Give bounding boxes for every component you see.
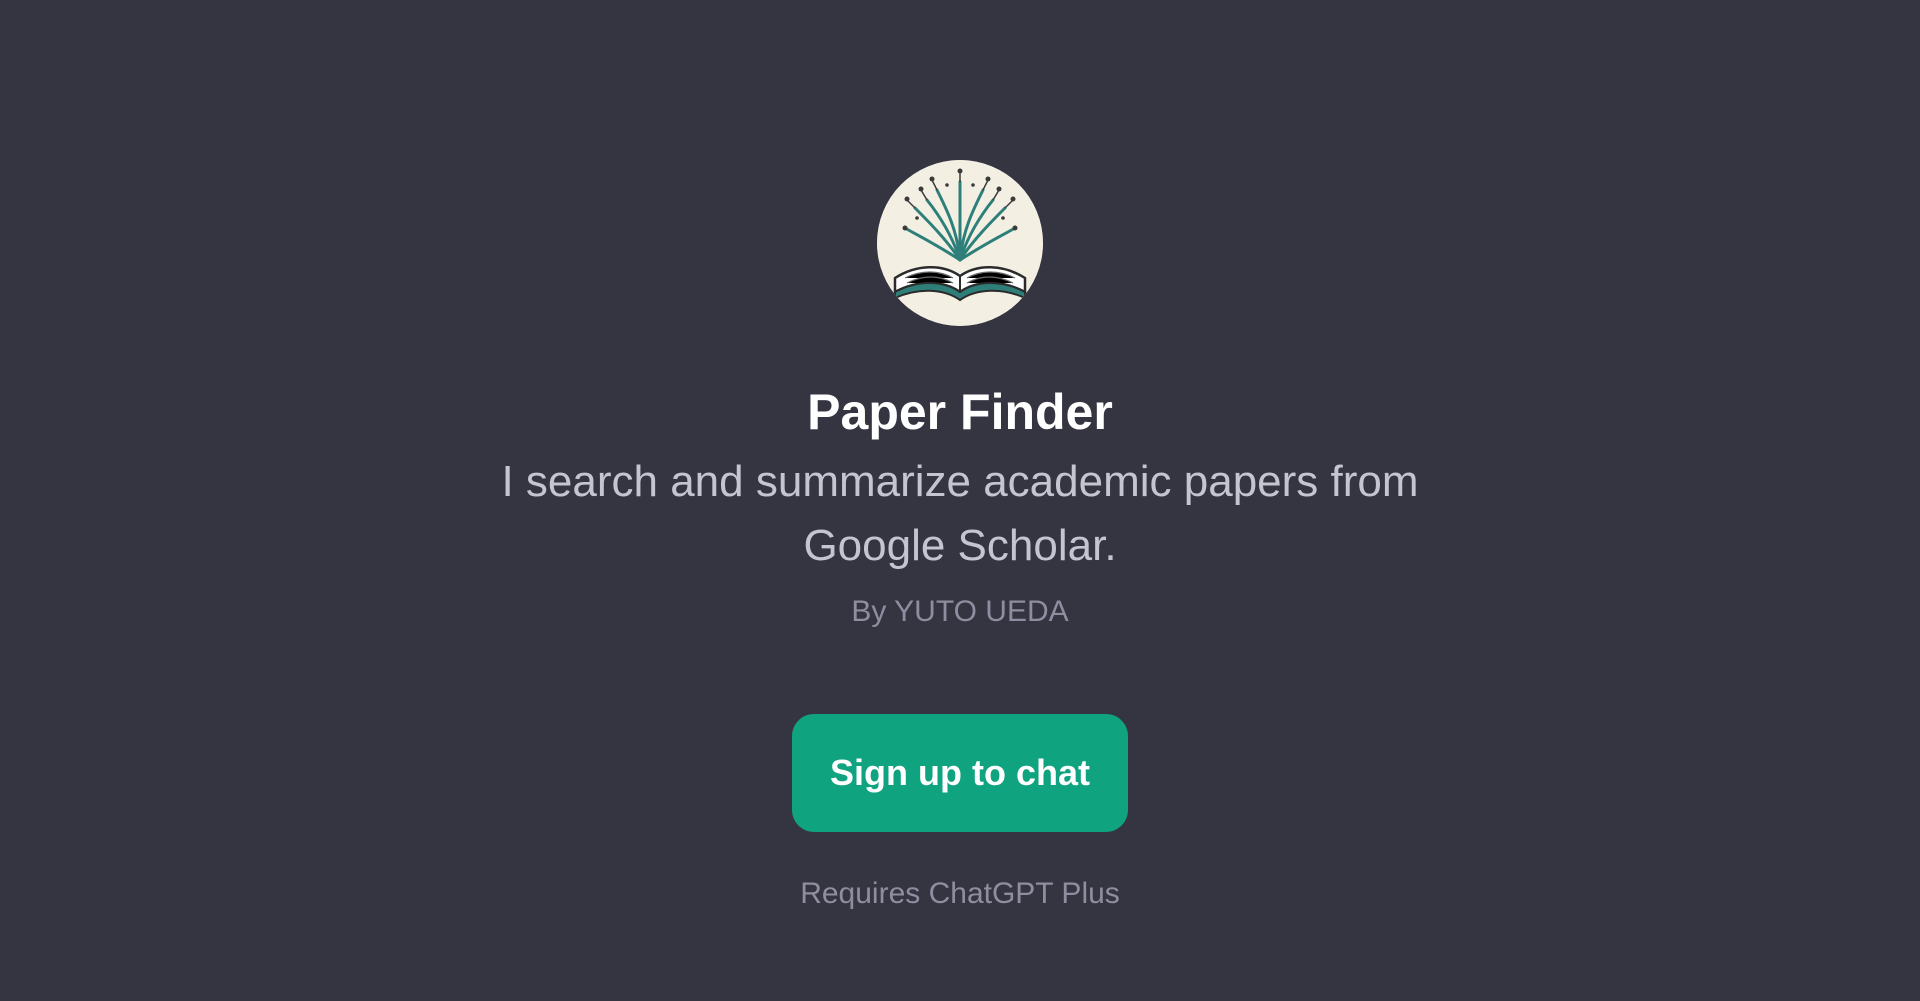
- gpt-description: I search and summarize academic papers f…: [501, 457, 1419, 570]
- requirement-note: Requires ChatGPT Plus: [800, 877, 1120, 910]
- gpt-title: Paper Finder: [807, 384, 1113, 440]
- sign-up-to-chat-button[interactable]: Sign up to chat: [792, 714, 1128, 832]
- gpt-avatar: [877, 160, 1043, 326]
- gpt-landing-page: Paper Finder I search and summarize acad…: [0, 0, 1920, 1001]
- open-book-circuit-icon: [877, 160, 1043, 326]
- gpt-author: By YUTO UEDA: [851, 595, 1069, 628]
